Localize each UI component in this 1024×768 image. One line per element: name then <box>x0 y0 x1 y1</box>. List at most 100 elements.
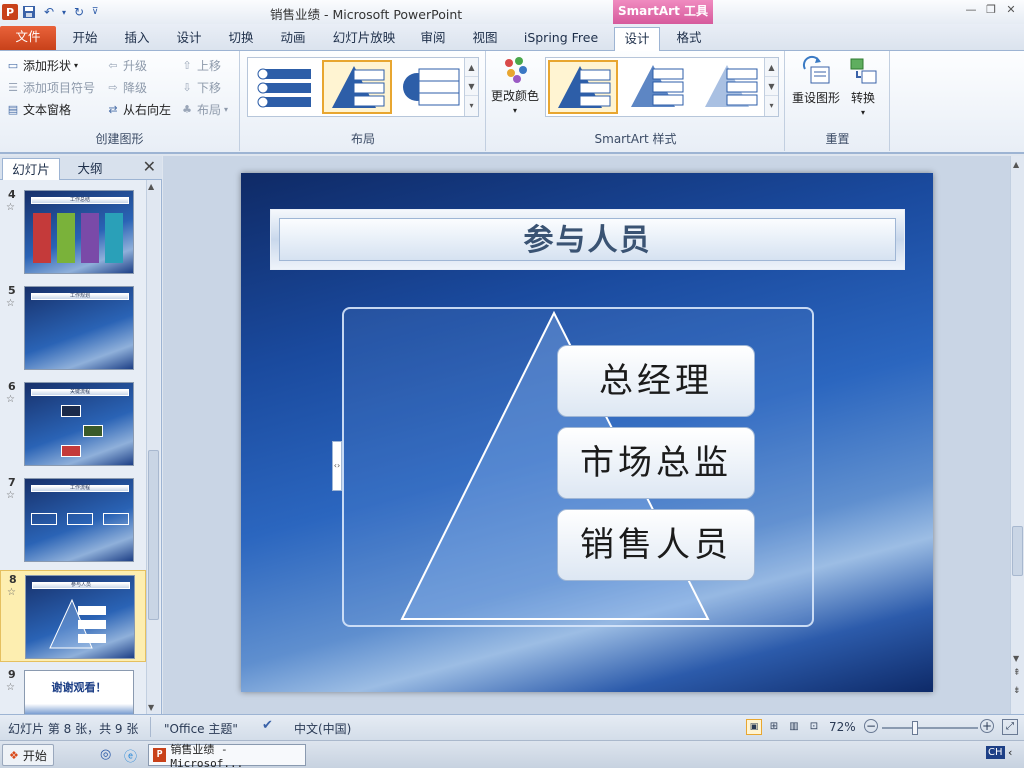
add-bullet-button[interactable]: ☰ 添加项目符号 <box>6 79 95 96</box>
zoom-in-icon[interactable]: + <box>980 719 994 733</box>
zoom-slider-track[interactable] <box>882 727 978 729</box>
reset-graphic-button[interactable]: 重设图形 <box>792 55 840 106</box>
tab-animations[interactable]: 动画 <box>270 27 316 50</box>
zoom-out-icon[interactable]: − <box>864 719 878 733</box>
promote-button[interactable]: ⇦ 升级 <box>106 57 147 74</box>
tab-review[interactable]: 审阅 <box>410 27 456 50</box>
slide-position: 幻灯片 第 8 张，共 9 张 <box>8 722 139 736</box>
layout-button[interactable]: ♣ 布局 ▾ <box>180 101 228 118</box>
tab-home[interactable]: 开始 <box>62 27 108 50</box>
slideshow-icon[interactable]: ⊡ <box>806 719 822 735</box>
reading-view-icon[interactable]: ▥ <box>786 719 802 735</box>
tab-file[interactable]: 文件 <box>0 26 56 50</box>
tab-design[interactable]: 设计 <box>166 27 212 50</box>
slide-thumbnail-7[interactable]: 7 ☆ 工作流程 <box>0 474 146 566</box>
window-controls: — ❐ ✕ <box>962 2 1020 18</box>
tab-smartart-design[interactable]: 设计 <box>614 27 660 51</box>
input-method-indicator[interactable]: CH <box>986 746 1005 759</box>
tab-insert[interactable]: 插入 <box>114 27 160 50</box>
scroll-thumb[interactable] <box>1012 526 1023 576</box>
theme-name[interactable]: "Office 主题" <box>164 720 238 737</box>
scroll-thumb[interactable] <box>148 450 159 620</box>
language-indicator[interactable]: 中文(中国) <box>294 720 351 737</box>
scroll-up-icon[interactable]: ▲ <box>148 182 154 191</box>
convert-button[interactable]: 转换 ▾ <box>848 55 878 117</box>
scroll-down-icon[interactable]: ▼ <box>765 77 778 96</box>
slides-pane-scrollbar[interactable]: ▲ ▼ <box>146 180 160 714</box>
restore-button[interactable]: ❐ <box>982 2 1000 18</box>
slide-number: 8 <box>9 573 17 586</box>
start-button[interactable]: ❖ 开始 <box>2 744 54 766</box>
add-shape-button[interactable]: ▭ 添加形状 ▾ <box>6 57 78 74</box>
text-pane-button[interactable]: ▤ 文本窗格 <box>6 101 71 118</box>
move-down-button[interactable]: ⇩ 下移 <box>180 79 221 96</box>
gallery-more-icon[interactable]: ▾ <box>765 96 778 115</box>
browser-icon[interactable]: ⓔ <box>124 746 137 765</box>
layout-thumb-pyramid[interactable] <box>322 60 392 114</box>
gallery-more-icon[interactable]: ▾ <box>465 96 478 115</box>
save-icon[interactable] <box>20 3 38 21</box>
desktop-icon[interactable]: ◎ <box>100 747 111 762</box>
text-pane-icon: ▤ <box>7 102 19 116</box>
layout-thumb-circle[interactable] <box>396 60 466 114</box>
scroll-down-icon[interactable]: ▼ <box>148 703 154 712</box>
next-slide-icon[interactable]: ⇟ <box>1013 686 1021 696</box>
scroll-up-icon[interactable]: ▲ <box>465 58 478 77</box>
scroll-up-icon[interactable]: ▲ <box>765 58 778 77</box>
customize-icon[interactable]: ⊽ <box>90 3 100 21</box>
layout-thumb-list[interactable] <box>250 60 320 114</box>
slide-thumbnail-5[interactable]: 5 ☆ 工作规划 <box>0 282 146 374</box>
normal-view-icon[interactable]: ▣ <box>746 719 762 735</box>
tab-smartart-format[interactable]: 格式 <box>666 27 712 50</box>
slide-thumbnail-4[interactable]: 4 ☆ 工作总结 <box>0 186 146 278</box>
scroll-up-icon[interactable]: ▲ <box>1013 160 1019 169</box>
demote-label: 降级 <box>123 81 148 95</box>
smartart-item-1[interactable]: 总经理 <box>557 345 755 417</box>
slide-vertical-scrollbar[interactable]: ▲ ▼ ⇞ ⇟ <box>1010 156 1024 714</box>
layout-gallery-scroll[interactable]: ▲ ▼ ▾ <box>464 58 478 116</box>
close-button[interactable]: ✕ <box>1002 2 1020 18</box>
spell-check-icon[interactable]: ✔ <box>262 718 273 733</box>
change-colors-button[interactable]: 更改颜色 ▾ <box>491 55 539 115</box>
slide-thumbnail-6[interactable]: 6 ☆ 关键流程 <box>0 378 146 470</box>
minimize-button[interactable]: — <box>962 2 980 18</box>
tab-ispring[interactable]: iSpring Free <box>518 27 604 50</box>
tab-slideshow[interactable]: 幻灯片放映 <box>326 27 402 50</box>
slide-title[interactable]: 参与人员 <box>280 219 895 260</box>
previous-slide-icon[interactable]: ⇞ <box>1013 668 1021 678</box>
animation-star-icon: ☆ <box>6 394 15 405</box>
right-to-left-button[interactable]: ⇄ 从右向左 <box>106 101 171 118</box>
close-pane-icon[interactable]: ✕ <box>143 157 156 176</box>
smartart-item-2[interactable]: 市场总监 <box>557 427 755 499</box>
tab-transitions[interactable]: 切换 <box>218 27 264 50</box>
slide-thumbnail-9[interactable]: 9 ☆ 谢谢观看！ <box>0 666 146 714</box>
zoom-slider-thumb[interactable] <box>912 721 919 735</box>
title-placeholder[interactable]: 参与人员 <box>270 209 905 270</box>
style-thumb-1[interactable] <box>548 60 618 114</box>
smartart-graphic[interactable]: 总经理 市场总监 销售人员 ‹› <box>332 307 814 627</box>
taskbar-window-button[interactable]: P 销售业绩 - Microsof... <box>148 743 306 768</box>
scroll-down-icon[interactable]: ▼ <box>465 77 478 96</box>
slide-canvas[interactable]: 参与人员 总经理 市场总监 销售人员 ‹› <box>241 173 933 692</box>
move-up-button[interactable]: ⇧ 上移 <box>180 57 221 74</box>
text-pane-label: 文本窗格 <box>23 103 72 117</box>
tab-slides[interactable]: 幻灯片 <box>2 158 60 180</box>
zoom-percent[interactable]: 72% <box>829 720 856 734</box>
redo-icon[interactable]: ↻ <box>70 3 88 21</box>
chevron-down-icon[interactable]: ▾ <box>60 3 68 21</box>
scroll-down-icon[interactable]: ▼ <box>1013 654 1019 663</box>
style-gallery-scroll[interactable]: ▲ ▼ ▾ <box>764 58 778 116</box>
style-thumb-2[interactable] <box>622 60 692 114</box>
tray-expand-icon[interactable]: ‹ <box>1008 746 1012 759</box>
undo-icon[interactable]: ↶ <box>40 3 58 21</box>
fit-to-window-icon[interactable]: ⤢ <box>1002 719 1018 735</box>
text-pane-toggle[interactable]: ‹› <box>332 441 342 491</box>
powerpoint-app-icon[interactable]: P <box>2 4 18 20</box>
slide-thumbnail-8[interactable]: 8 ☆ 参与人员 <box>0 570 146 662</box>
tab-outline[interactable]: 大纲 <box>62 158 118 180</box>
slide-sorter-icon[interactable]: ⊞ <box>766 719 782 735</box>
demote-button[interactable]: ⇨ 降级 <box>106 79 147 96</box>
style-thumb-3[interactable] <box>696 60 766 114</box>
smartart-item-3[interactable]: 销售人员 <box>557 509 755 581</box>
tab-view[interactable]: 视图 <box>462 27 508 50</box>
